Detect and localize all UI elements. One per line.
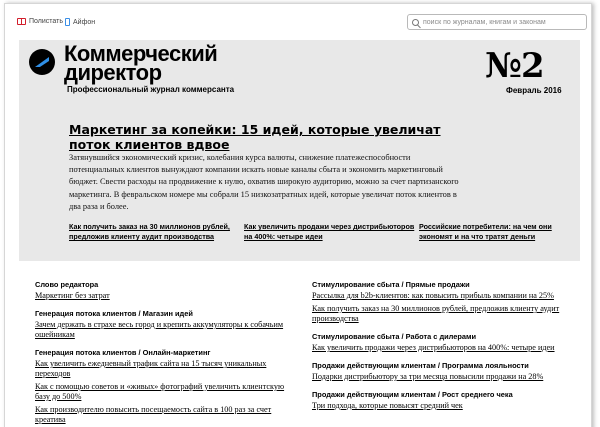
feature-links: Как получить заказ на 30 миллионов рубле…	[69, 222, 569, 242]
section-title: Генерация потока клиентов / Магазин идей	[35, 309, 193, 318]
article-link[interactable]: Зачем держать в страхе весь город и креп…	[35, 320, 285, 340]
article-link[interactable]: Как увеличить ежедневный трафик сайта на…	[35, 359, 285, 379]
logo-name[interactable]: Коммерческий директор	[64, 43, 244, 84]
issue-date: Февраль 2016	[506, 86, 562, 95]
search-input[interactable]	[423, 18, 583, 26]
contents-left-column: Слово редактора Маркетинг без затрат Ген…	[35, 280, 285, 427]
contents-right-column: Стимулирование сбыта / Прямые продажи Ра…	[312, 280, 562, 419]
article-link[interactable]: Маркетинг без затрат	[35, 291, 285, 301]
article-link[interactable]: Как увеличить продажи через дистрибьютор…	[312, 343, 562, 353]
section-title: Продажи действующим клиентам / Рост сред…	[312, 390, 513, 399]
section-title: Стимулирование сбыта / Работа с дилерами	[312, 332, 477, 341]
phone-icon	[65, 18, 70, 26]
article-link[interactable]: Рассылка для b2b-клиентов: как повысить …	[312, 291, 562, 301]
book-icon	[17, 18, 26, 25]
contents-section: Стимулирование сбыта / Прямые продажи Ра…	[312, 280, 562, 324]
read-label: Полистать	[29, 18, 63, 25]
contents-section: Генерация потока клиентов / Онлайн-марке…	[35, 348, 285, 425]
page-frame: Полистать Айфон Коммерческий директор Пр…	[4, 3, 592, 427]
contents-section: Продажи действующим клиентам / Программа…	[312, 361, 562, 382]
read-magazine-link[interactable]: Полистать	[17, 18, 63, 25]
logo-subtitle: Профессиональный журнал коммерсанта	[67, 85, 235, 94]
contents-section: Стимулирование сбыта / Работа с дилерами…	[312, 332, 562, 353]
article-link[interactable]: Три подхода, которые повысят средний чек	[312, 401, 562, 411]
feature-link[interactable]: Как получить заказ на 30 миллионов рубле…	[69, 222, 244, 242]
feature-title-link[interactable]: Маркетинг за копейки: 15 идей, которые у…	[69, 122, 449, 152]
top-toolbar: Полистать Айфон	[5, 4, 591, 40]
article-link[interactable]: Подарки дистрибьютору за три месяца повы…	[312, 372, 562, 382]
section-title: Генерация потока клиентов / Онлайн-марке…	[35, 348, 211, 357]
iphone-label: Айфон	[73, 18, 96, 26]
feature-text: Затянувшийся экономический кризис, колеб…	[69, 153, 459, 211]
feature-link[interactable]: Как увеличить продажи через дистрибьютор…	[244, 222, 419, 242]
article-link[interactable]: Как производителю повысить посещаемость …	[35, 405, 285, 425]
contents-section: Генерация потока клиентов / Магазин идей…	[35, 309, 285, 340]
search-icon[interactable]	[412, 18, 419, 26]
section-title: Слово редактора	[35, 280, 99, 289]
feature-link[interactable]: Российские потребители: на чем они эконо…	[419, 222, 569, 242]
article-link[interactable]: Как получить заказ на 30 миллионов рубле…	[312, 304, 562, 324]
issue-header: Коммерческий директор Профессиональный ж…	[19, 40, 580, 261]
article-link[interactable]: Как с помощью советов и «живых» фотограф…	[35, 382, 285, 402]
section-title: Продажи действующим клиентам / Программа…	[312, 361, 529, 370]
contents-section: Продажи действующим клиентам / Рост сред…	[312, 390, 562, 411]
section-title: Стимулирование сбыта / Прямые продажи	[312, 280, 470, 289]
search-box	[407, 14, 587, 30]
contents-section: Слово редактора Маркетинг без затрат	[35, 280, 285, 301]
iphone-app-link[interactable]: Айфон	[65, 18, 95, 26]
logo-icon[interactable]	[29, 49, 55, 75]
issue-number: №2	[485, 46, 545, 86]
